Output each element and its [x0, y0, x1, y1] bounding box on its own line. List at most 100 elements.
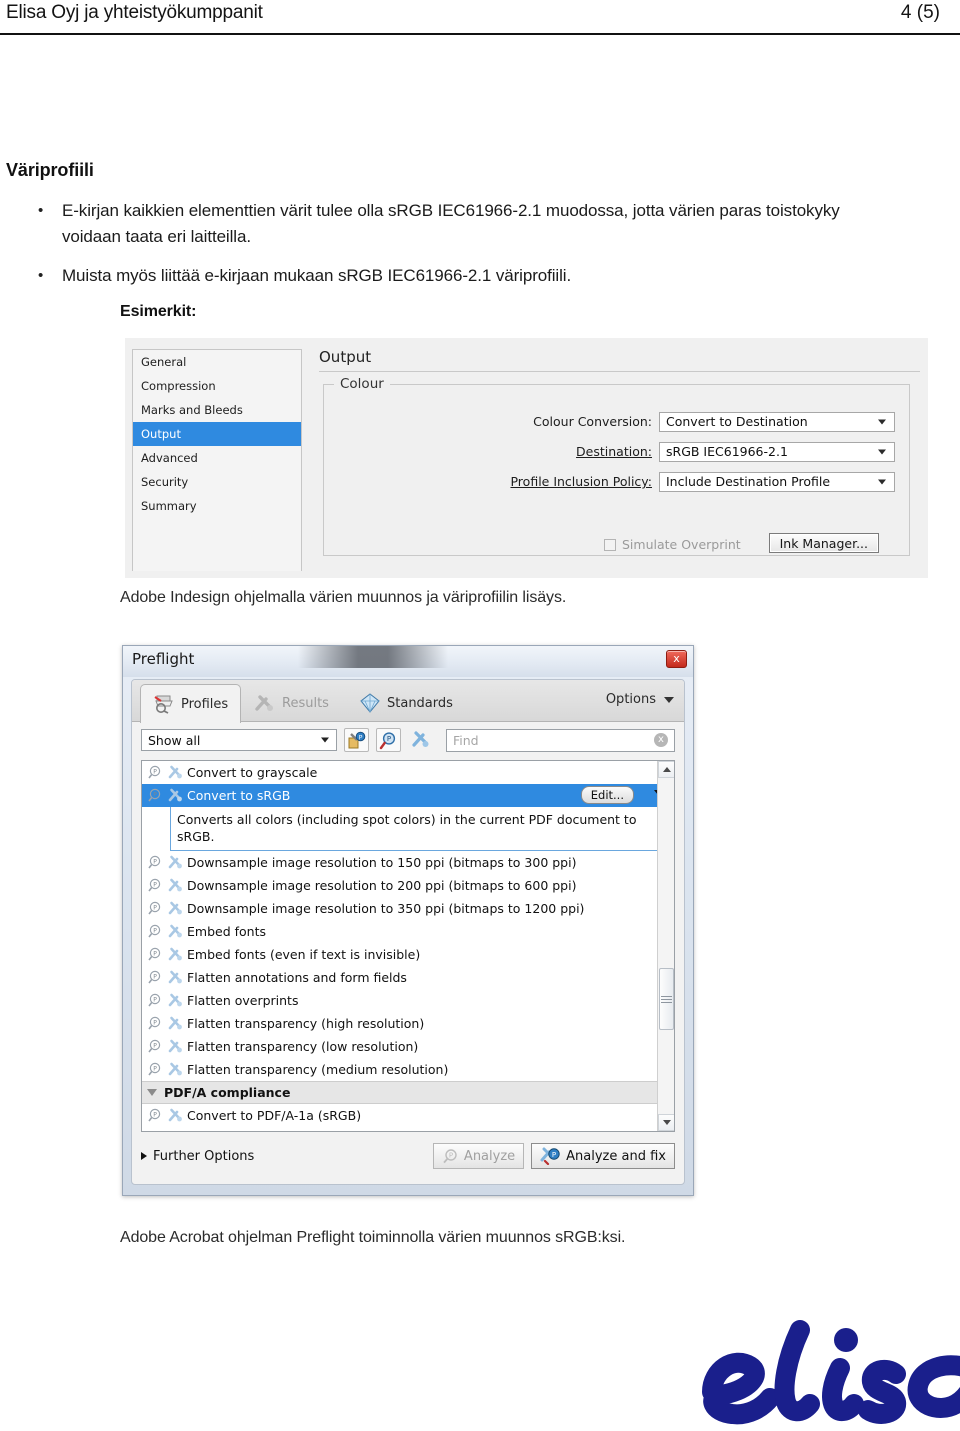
search-profile-icon[interactable]: P [376, 728, 401, 752]
wrench-icon [168, 855, 182, 869]
sidebar-item-security[interactable]: Security [133, 470, 301, 494]
profile-inclusion-select[interactable]: Include Destination Profile [659, 471, 895, 492]
list-item[interactable]: P Flatten transparency (high resolution) [142, 1012, 674, 1035]
svg-text:P: P [153, 1111, 157, 1118]
wrench-icon [168, 1016, 182, 1030]
scroll-down-icon[interactable] [658, 1114, 674, 1131]
chevron-down-icon [147, 1089, 157, 1096]
profile-magnifier-icon: P [148, 1039, 161, 1053]
wrench-icon [168, 1039, 182, 1053]
preflight-body: Profiles Results Standards Options Show … [131, 679, 685, 1185]
sidebar-item-summary[interactable]: Summary [133, 494, 301, 518]
tab-standards[interactable]: Standards [347, 685, 465, 722]
colour-fieldset: Colour Colour Conversion: Convert to Des… [323, 376, 910, 556]
simulate-overprint-checkbox[interactable]: Simulate Overprint [604, 537, 741, 552]
chevron-right-icon [141, 1152, 147, 1160]
options-menu-button[interactable]: Options [606, 692, 674, 707]
indesign-export-dialog-screenshot: General Compression Marks and Bleeds Out… [125, 338, 928, 578]
svg-text:P: P [449, 1151, 453, 1159]
indesign-panel-heading: Output [319, 348, 372, 366]
list-item[interactable]: P Embed fonts (even if text is invisible… [142, 943, 674, 966]
wrench-icon [168, 788, 182, 802]
edit-button[interactable]: Edit... [580, 786, 634, 804]
list-item-label: Convert to sRGB [187, 788, 291, 803]
analyze-and-fix-label: Analyze and fix [566, 1148, 666, 1164]
preflight-toolbar: Show all P P Find x [132, 722, 684, 758]
sidebar-item-output[interactable]: Output [133, 422, 301, 446]
acrobat-preflight-dialog-screenshot: Preflight x Profiles Results Standards O… [122, 645, 694, 1196]
clear-search-icon[interactable]: x [654, 733, 668, 747]
list-item-label: Convert to grayscale [187, 765, 318, 780]
show-all-filter-select[interactable]: Show all [141, 729, 337, 751]
bullet-dot-icon: • [38, 267, 44, 284]
analyze-and-fix-button[interactable]: P Analyze and fix [531, 1143, 675, 1169]
list-item[interactable]: P Downsample image resolution to 200 ppi… [142, 874, 674, 897]
wrench-icon [168, 901, 182, 915]
profile-magnifier-icon: P [148, 788, 161, 802]
list-item[interactable]: P Downsample image resolution to 350 ppi… [142, 897, 674, 920]
find-placeholder: Find [453, 732, 479, 748]
wrench-icon [168, 1108, 182, 1122]
list-item-label: Flatten annotations and form fields [187, 970, 407, 985]
sidebar-item-compression[interactable]: Compression [133, 374, 301, 398]
profile-inclusion-value: Include Destination Profile [666, 474, 831, 489]
ink-manager-button[interactable]: Ink Manager... [768, 533, 879, 553]
search-input[interactable]: Find x [446, 728, 675, 752]
wrench-icon [168, 878, 182, 892]
list-item[interactable]: P Flatten annotations and form fields [142, 966, 674, 989]
list-item-label: Flatten transparency (low resolution) [187, 1039, 419, 1054]
svg-text:P: P [153, 973, 157, 980]
profile-list[interactable]: P Convert to grayscale P Convert to sRGB… [141, 760, 675, 1132]
chevron-down-icon [321, 737, 329, 743]
svg-text:P: P [153, 904, 157, 911]
tab-results[interactable]: Results [242, 685, 341, 722]
analyze-label: Analyze [463, 1148, 516, 1164]
list-item-label: Embed fonts [187, 924, 266, 939]
svg-text:P: P [153, 927, 157, 934]
list-item[interactable]: P Convert to PDF/A-1a (sRGB) [142, 1104, 674, 1127]
list-item[interactable]: P Flatten transparency (low resolution) [142, 1035, 674, 1058]
bullet-list: • E-kirjan kaikkien elementtien värit tu… [30, 198, 910, 302]
list-group-header-pdfa-compliance[interactable]: PDF/A compliance [142, 1081, 674, 1104]
further-options-toggle[interactable]: Further Options [141, 1149, 254, 1164]
list-item: • Muista myös liittää e-kirjaan mukaan s… [30, 263, 910, 289]
profile-magnifier-icon: P [148, 855, 161, 869]
list-item[interactable]: P Flatten transparency (medium resolutio… [142, 1058, 674, 1081]
colour-conversion-select[interactable]: Convert to Destination [659, 411, 895, 432]
svg-text:P: P [153, 1042, 157, 1049]
sidebar-item-marks-and-bleeds[interactable]: Marks and Bleeds [133, 398, 301, 422]
new-profile-icon[interactable]: P [344, 728, 369, 752]
list-item[interactable]: P Downsample image resolution to 150 ppi… [142, 851, 674, 874]
list-item[interactable]: P Flatten overprints [142, 989, 674, 1012]
profile-magnifier-icon: P [148, 924, 161, 938]
scrollbar-thumb[interactable] [659, 968, 674, 1031]
wrench-icon [168, 765, 182, 779]
vertical-scrollbar[interactable] [657, 761, 674, 1131]
list-item[interactable]: P Embed fonts [142, 920, 674, 943]
wrench-icon [168, 993, 182, 1007]
sidebar-item-general[interactable]: General [133, 350, 301, 374]
standards-diamond-icon [360, 693, 380, 713]
close-icon[interactable]: x [666, 650, 687, 668]
svg-text:P: P [153, 791, 157, 798]
sidebar-item-advanced[interactable]: Advanced [133, 446, 301, 470]
wrench-icon[interactable] [408, 728, 433, 752]
chevron-down-icon [878, 419, 886, 424]
destination-select[interactable]: sRGB IEC61966-2.1 [659, 441, 895, 462]
bullet-text: Muista myös liittää e-kirjaan mukaan sRG… [62, 266, 572, 285]
page-header: Elisa Oyj ja yhteistyökumppanit 4 (5) [0, 0, 960, 33]
tab-profiles[interactable]: Profiles [140, 684, 242, 723]
destination-label: Destination: [576, 444, 652, 459]
profile-magnifier-icon: P [148, 1108, 161, 1122]
titlebar-artifact [298, 646, 448, 668]
list-item-label: Flatten transparency (medium resolution) [187, 1062, 449, 1077]
analyze-button[interactable]: P Analyze [432, 1143, 525, 1169]
simulate-overprint-label: Simulate Overprint [622, 537, 741, 552]
list-item[interactable]: P Convert to grayscale [142, 761, 674, 784]
chevron-down-icon [878, 479, 886, 484]
profile-magnifier-icon: P [148, 947, 161, 961]
bullet-text: E-kirjan kaikkien elementtien värit tule… [62, 201, 840, 246]
scroll-up-icon[interactable] [658, 761, 674, 778]
list-item-selected[interactable]: P Convert to sRGB Edit... [142, 784, 674, 807]
analyze-and-fix-icon: P [540, 1147, 560, 1165]
